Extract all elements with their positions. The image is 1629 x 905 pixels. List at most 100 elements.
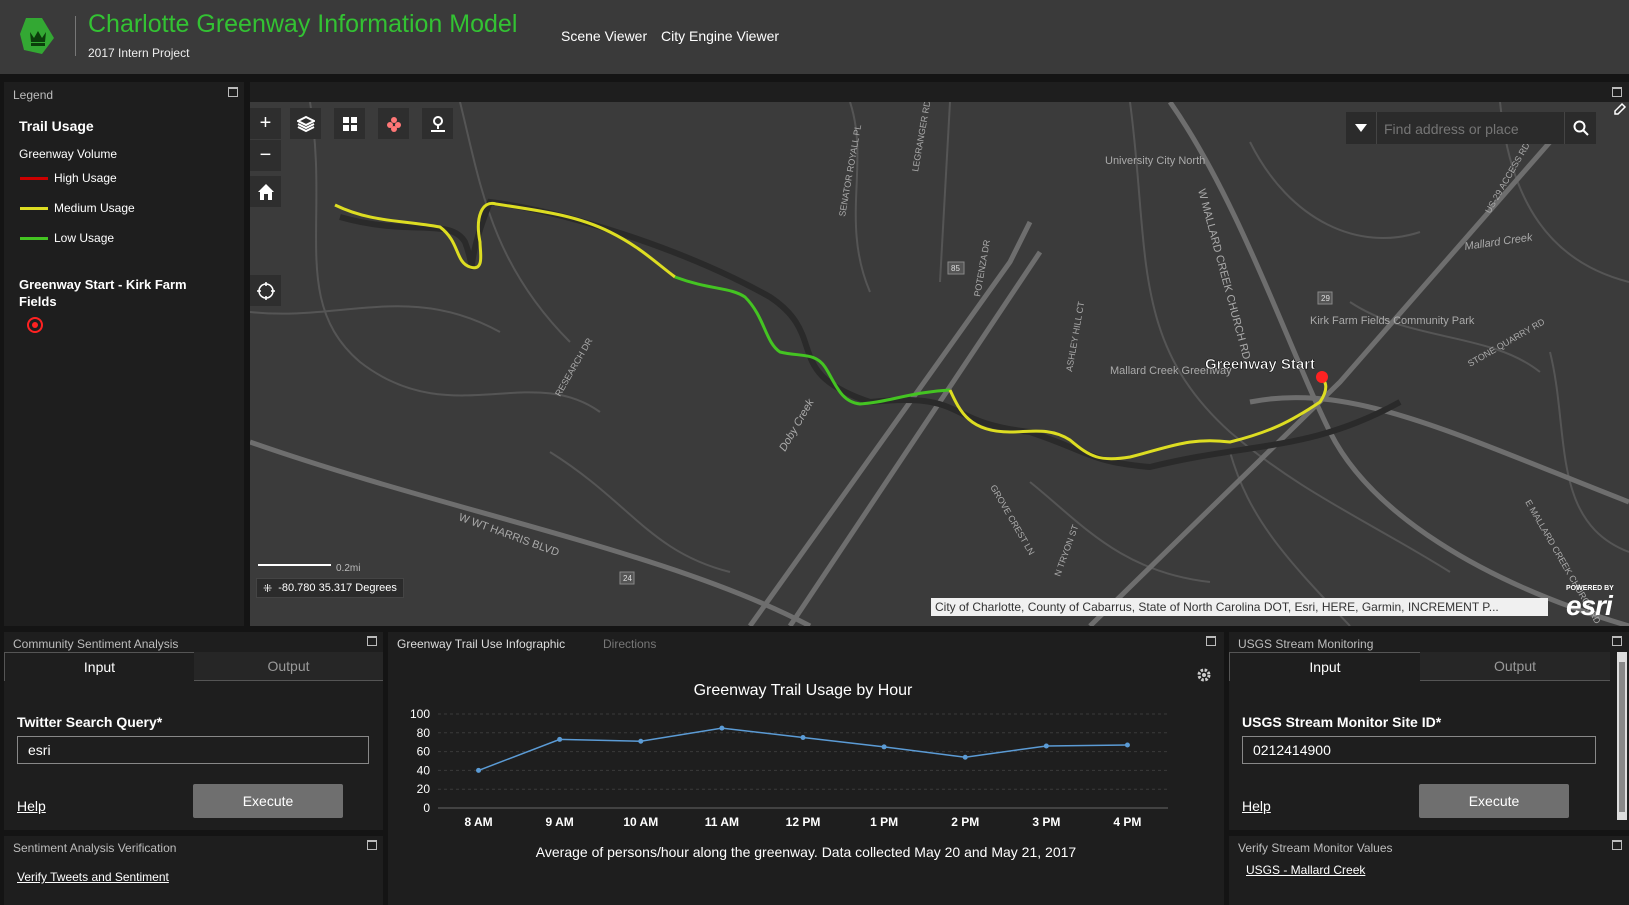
zoom-in-button[interactable]: +: [250, 108, 281, 139]
twitter-query-label: Twitter Search Query*: [17, 714, 163, 730]
chart-title: Greenway Trail Usage by Hour: [694, 682, 913, 699]
crosshair-icon: [256, 281, 275, 300]
scrollbar-thumb[interactable]: [1619, 662, 1625, 812]
coordinate-text: -80.780 35.317 Degrees: [278, 582, 397, 594]
x-tick-label: 2 PM: [951, 815, 979, 829]
analysis-button[interactable]: [378, 108, 409, 139]
data-point: [557, 736, 563, 742]
edit-icon[interactable]: [1613, 102, 1627, 116]
y-tick-label: 40: [417, 763, 431, 777]
my-location-button[interactable]: [422, 108, 453, 139]
data-point: [719, 725, 725, 731]
maximize-icon[interactable]: [367, 840, 377, 850]
maximize-icon[interactable]: [228, 87, 238, 97]
search-icon: [1573, 120, 1589, 136]
x-tick-label: 3 PM: [1032, 815, 1060, 829]
nav-city-engine-viewer[interactable]: City Engine Viewer: [661, 28, 779, 44]
data-point: [1043, 743, 1049, 749]
coordinate-icon: ⁜: [263, 582, 273, 595]
execute-button[interactable]: Execute: [1419, 784, 1569, 818]
chevron-down-icon: [1355, 124, 1367, 132]
tab-directions[interactable]: Directions: [603, 637, 656, 651]
nav-scene-viewer[interactable]: Scene Viewer: [561, 28, 647, 44]
x-tick-label: 1 PM: [870, 815, 898, 829]
maximize-icon[interactable]: [367, 636, 377, 646]
app-subtitle: 2017 Intern Project: [88, 46, 190, 60]
usgs-panel-title: USGS Stream Monitoring: [1238, 637, 1374, 651]
basemap-gallery-button[interactable]: [334, 108, 365, 139]
usage-chart: Greenway Trail Usage by Hour 0 20 40 60 80 100…: [410, 682, 1168, 829]
home-icon: [257, 183, 274, 200]
maximize-icon[interactable]: [1206, 636, 1216, 646]
y-tick-label: 100: [410, 707, 430, 721]
app-header: Charlotte Greenway Information Model 201…: [0, 0, 1629, 74]
tab-input[interactable]: Input: [4, 652, 195, 681]
svg-text:29: 29: [1321, 294, 1330, 303]
maximize-icon[interactable]: [1612, 636, 1622, 646]
zoom-out-button[interactable]: −: [250, 140, 281, 171]
data-point: [476, 767, 482, 773]
search-button[interactable]: [1564, 112, 1597, 144]
y-tick-label: 60: [417, 745, 431, 759]
label-university-city: University City North: [1105, 155, 1205, 167]
x-tick-label: 11 AM: [705, 815, 739, 829]
infographic-panel: Greenway Trail Use Infographic Direction…: [388, 632, 1224, 905]
scrollbar[interactable]: [1617, 652, 1627, 820]
verify-stream-panel: Verify Stream Monitor Values USGS - Mall…: [1229, 836, 1629, 905]
legend-item-low: Low Usage: [54, 231, 115, 245]
verification-panel: Sentiment Analysis Verification Verify T…: [4, 836, 383, 905]
x-tick-label: 12 PM: [786, 815, 821, 829]
layers-button[interactable]: [290, 108, 321, 139]
maximize-icon[interactable]: [1612, 840, 1622, 850]
sentiment-panel-title: Community Sentiment Analysis: [13, 637, 179, 651]
location-pin-icon: [430, 115, 445, 132]
geocoder: [1346, 112, 1597, 146]
legend-panel: Legend Trail Usage Greenway Volume High …: [4, 82, 244, 626]
tab-output[interactable]: Output: [1420, 652, 1610, 681]
legend-item-high: High Usage: [54, 171, 117, 185]
legend-item-medium: Medium Usage: [54, 201, 135, 215]
verification-panel-title: Sentiment Analysis Verification: [13, 841, 177, 855]
low-usage-swatch: [20, 237, 48, 240]
x-tick-label: 9 AM: [546, 815, 574, 829]
coordinate-readout[interactable]: ⁜ -80.780 35.317 Degrees: [256, 578, 404, 598]
locate-button[interactable]: [250, 275, 281, 306]
esri-logo: esri: [1566, 590, 1613, 621]
tab-input[interactable]: Input: [1229, 652, 1421, 681]
execute-button[interactable]: Execute: [193, 784, 343, 818]
legend-panel-title: Legend: [13, 88, 54, 102]
label-kirk-farm: Kirk Farm Fields Community Park: [1310, 315, 1475, 327]
sentiment-panel: Community Sentiment Analysis Input Outpu…: [4, 632, 383, 830]
verify-stream-panel-title: Verify Stream Monitor Values: [1238, 841, 1393, 855]
data-point: [800, 735, 806, 740]
map-attribution: City of Charlotte, County of Cabarrus, S…: [931, 598, 1548, 616]
greenway-start-label: Greenway Start: [1205, 356, 1315, 373]
search-source-dropdown[interactable]: [1346, 112, 1377, 144]
x-tick-label: 8 AM: [464, 815, 492, 829]
legend-group-label: Greenway Volume: [19, 147, 118, 161]
verify-tweets-link[interactable]: Verify Tweets and Sentiment: [17, 870, 169, 884]
help-link[interactable]: Help: [1242, 798, 1271, 814]
site-id-input[interactable]: 0212414900: [1242, 736, 1596, 764]
tab-output[interactable]: Output: [194, 652, 383, 681]
layers-icon: [296, 115, 315, 132]
svg-text:85: 85: [951, 264, 960, 273]
tab-infographic[interactable]: Greenway Trail Use Infographic: [397, 637, 565, 651]
data-point: [881, 744, 887, 750]
usgs-panel: USGS Stream Monitoring Input Output USGS…: [1229, 632, 1629, 830]
map-panel-bar: [250, 82, 1629, 102]
twitter-query-input[interactable]: esri: [17, 736, 369, 764]
grid-icon: [342, 116, 357, 131]
help-link[interactable]: Help: [17, 798, 46, 814]
y-tick-label: 80: [417, 726, 431, 740]
basemap: University City North Kirk Farm Fields C…: [250, 102, 1629, 626]
data-point: [638, 738, 644, 744]
usgs-mallard-creek-link[interactable]: USGS - Mallard Creek: [1246, 863, 1365, 877]
search-input[interactable]: [1382, 112, 1562, 146]
map-view[interactable]: University City North Kirk Farm Fields C…: [250, 102, 1629, 626]
map-maximize-icon[interactable]: [1612, 87, 1622, 97]
home-button[interactable]: [250, 176, 281, 207]
medium-usage-swatch: [20, 207, 48, 210]
scale-bar: 0.2mi: [258, 563, 360, 574]
flower-icon: [386, 116, 401, 132]
